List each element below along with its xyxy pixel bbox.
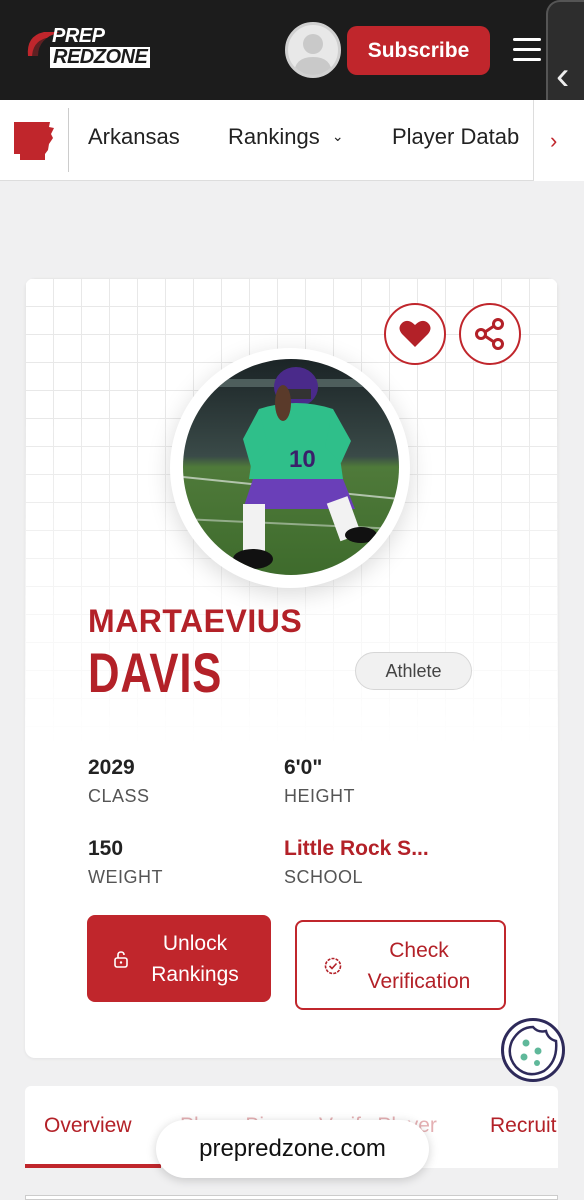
- check-label-line-2: Verification: [367, 970, 471, 993]
- height-label: HEIGHT: [284, 786, 356, 806]
- svg-text:10: 10: [289, 446, 316, 473]
- school-label: SCHOOL: [284, 867, 364, 887]
- browser-url-bar[interactable]: prepredzone.com: [156, 1120, 429, 1178]
- class-value: 2029: [88, 756, 135, 779]
- cookie-settings-button[interactable]: [501, 1018, 565, 1082]
- unlock-rankings-button[interactable]: Unlock Rankings: [87, 915, 271, 1002]
- unlock-label-line-2: Rankings: [151, 963, 239, 986]
- height-value: 6'0": [284, 756, 323, 779]
- position-badge: Athlete: [355, 652, 472, 690]
- player-last-name: DAVIS: [88, 641, 223, 704]
- nav-item-arkansas[interactable]: Arkansas: [88, 124, 180, 150]
- unlock-label-line-1: Unlock: [162, 932, 228, 955]
- state-nav-bar: Arkansas Rankings ⌄ Player Datab ›: [0, 100, 584, 181]
- chevron-right-icon: ›: [550, 127, 558, 153]
- cookie-icon: [508, 1025, 558, 1076]
- subscribe-button[interactable]: Subscribe: [347, 26, 490, 75]
- logo-text: PREP REDZONE: [50, 25, 151, 68]
- school-value[interactable]: Little Rock S...: [284, 837, 429, 861]
- share-button[interactable]: [459, 303, 521, 365]
- avatar-person-icon: [294, 34, 332, 75]
- hamburger-icon[interactable]: [513, 38, 541, 62]
- nav-item-rankings-label: Rankings: [228, 124, 320, 149]
- weight-label: WEIGHT: [88, 867, 163, 887]
- share-icon: [475, 318, 504, 350]
- check-verification-button[interactable]: Check Verification: [295, 920, 506, 1010]
- nav-item-player-database[interactable]: Player Datab: [392, 124, 519, 150]
- user-avatar[interactable]: [285, 22, 341, 78]
- logo-line-1: PREP: [52, 25, 105, 47]
- nav-scroll-right-button[interactable]: ›: [533, 100, 584, 181]
- arkansas-icon[interactable]: [12, 120, 56, 162]
- check-label-line-1: Check: [389, 939, 449, 962]
- active-tab-indicator: [25, 1164, 161, 1168]
- player-photo: 10: [183, 359, 399, 575]
- player-profile-card: 10 MARTAEVIUS DAVIS Athlete 2029 CLASS 6…: [25, 278, 558, 1058]
- player-photo-frame: 10: [170, 348, 410, 588]
- nav-item-rankings[interactable]: Rankings ⌄: [228, 124, 344, 150]
- nav-divider: [68, 108, 69, 172]
- check-badge-icon: [324, 957, 342, 975]
- class-label: CLASS: [88, 786, 150, 806]
- heart-icon: [399, 320, 431, 347]
- top-header: PREP REDZONE Subscribe: [0, 0, 584, 100]
- favorite-button[interactable]: [384, 303, 446, 365]
- next-section-edge: [25, 1195, 558, 1200]
- chevron-left-icon: ‹: [556, 54, 570, 98]
- player-first-name: MARTAEVIUS: [88, 603, 303, 639]
- logo-line-2: REDZONE: [50, 47, 151, 68]
- weight-value: 150: [88, 837, 124, 860]
- tab-recruit[interactable]: Recruit: [490, 1114, 557, 1138]
- chevron-down-icon: ⌄: [331, 128, 344, 144]
- tab-overview[interactable]: Overview: [44, 1114, 132, 1138]
- lock-icon: [114, 951, 128, 968]
- prepredzone-logo[interactable]: PREP REDZONE: [24, 26, 164, 74]
